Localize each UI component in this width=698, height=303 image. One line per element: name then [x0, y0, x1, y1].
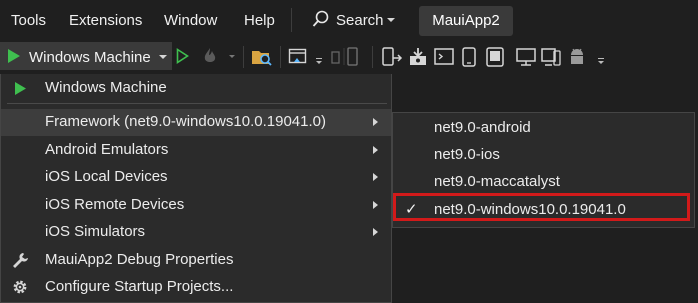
terminal-icon[interactable]	[433, 46, 455, 68]
hot-reload-icon[interactable]	[200, 46, 220, 66]
play-icon	[8, 49, 20, 63]
folder-search-icon[interactable]	[251, 47, 273, 67]
toolbar-divider	[280, 46, 281, 68]
run-target-label: Windows Machine	[29, 49, 151, 66]
gear-icon	[13, 280, 27, 294]
framework-option-label: net9.0-maccatalyst	[434, 173, 560, 190]
menu-window[interactable]: Window	[164, 12, 217, 29]
menu-bar: Tools Extensions Window Help Search Maui…	[0, 0, 698, 40]
device-manager-icon[interactable]	[381, 46, 403, 68]
menu-item-configure-startup[interactable]: Configure Startup Projects...	[1, 274, 391, 301]
menu-item-ios-simulators[interactable]: iOS Simulators	[1, 219, 391, 246]
chevron-down-icon[interactable]	[598, 61, 604, 64]
menu-item-debug-properties[interactable]: MauiApp2 Debug Properties	[1, 247, 391, 274]
android-icon[interactable]	[566, 46, 588, 68]
menu-item-ios-local-devices[interactable]: iOS Local Devices	[1, 164, 391, 191]
install-app-icon[interactable]	[408, 46, 430, 68]
menu-item-label: iOS Simulators	[45, 223, 146, 240]
run-target-button[interactable]: Windows Machine	[0, 42, 172, 70]
menubar-divider	[291, 8, 292, 32]
menu-item-framework[interactable]: Framework (net9.0-windows10.0.19041.0)	[1, 109, 391, 136]
framework-option-maccatalyst[interactable]: net9.0-maccatalyst	[393, 168, 694, 195]
tablet-icon[interactable]	[484, 46, 506, 68]
framework-option-android[interactable]: net9.0-android	[393, 114, 694, 141]
debug-target-menu: Windows Machine Framework (net9.0-window…	[0, 74, 392, 303]
chevron-down-icon	[387, 18, 395, 22]
phone-icon[interactable]	[459, 46, 479, 68]
menu-separator	[7, 103, 387, 104]
menu-item-label: Windows Machine	[45, 79, 167, 96]
toolbar: Windows Machine	[0, 40, 698, 74]
desktop-device-icon[interactable]	[540, 46, 562, 68]
chevron-down-icon[interactable]	[159, 55, 167, 59]
menu-item-label: Android Emulators	[45, 141, 169, 158]
chevron-right-icon	[373, 201, 378, 209]
toolbar-overflow-icon[interactable]	[316, 58, 322, 59]
app-title-badge: MauiApp2	[419, 6, 513, 36]
browser-link-icon[interactable]	[288, 47, 308, 66]
framework-option-label: net9.0-ios	[434, 146, 500, 163]
chevron-right-icon	[373, 118, 378, 126]
menu-extensions[interactable]: Extensions	[69, 12, 142, 29]
monitor-icon[interactable]	[515, 46, 537, 68]
chevron-right-icon	[373, 173, 378, 181]
chevron-down-icon[interactable]	[229, 55, 235, 58]
framework-submenu: net9.0-android net9.0-ios net9.0-maccata…	[392, 112, 695, 228]
search-label: Search	[336, 12, 384, 29]
chevron-right-icon	[373, 146, 378, 154]
menu-help[interactable]: Help	[244, 12, 275, 29]
search-icon	[312, 10, 329, 27]
chevron-right-icon	[373, 228, 378, 236]
menu-item-label: MauiApp2 Debug Properties	[45, 251, 234, 268]
menu-tools[interactable]: Tools	[11, 12, 46, 29]
menu-item-ios-remote-devices[interactable]: iOS Remote Devices	[1, 192, 391, 219]
chevron-down-icon[interactable]	[316, 61, 322, 64]
highlight-callout-box	[393, 193, 690, 221]
toolbar-divider	[243, 46, 244, 68]
play-icon	[15, 82, 26, 95]
toolbar-overflow-icon[interactable]	[598, 58, 604, 59]
menu-item-windows-machine[interactable]: Windows Machine	[1, 75, 391, 102]
framework-option-label: net9.0-android	[434, 119, 531, 136]
start-without-debugging-icon[interactable]	[176, 48, 189, 64]
toolbar-divider	[372, 46, 373, 68]
menu-item-android-emulators[interactable]: Android Emulators	[1, 137, 391, 164]
wrench-icon	[13, 253, 28, 268]
breakpoint-tools-icon[interactable]	[330, 46, 364, 68]
menu-item-label: iOS Local Devices	[45, 168, 168, 185]
menu-item-label: Framework (net9.0-windows10.0.19041.0)	[45, 113, 326, 130]
search-button[interactable]: Search	[312, 9, 402, 31]
menu-item-label: Configure Startup Projects...	[45, 278, 234, 295]
framework-option-ios[interactable]: net9.0-ios	[393, 141, 694, 168]
menu-item-label: iOS Remote Devices	[45, 196, 185, 213]
